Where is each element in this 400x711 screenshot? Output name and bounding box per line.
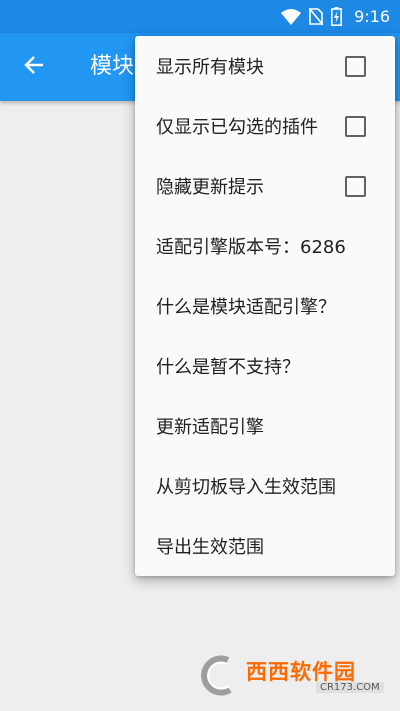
arrow-left-icon <box>23 54 45 80</box>
menu-item-label: 导出生效范围 <box>156 537 264 558</box>
menu-item-label: 适配引擎版本号：6286 <box>156 237 346 258</box>
menu-item-label: 更新适配引擎 <box>156 417 264 438</box>
menu-item-label: 什么是模块适配引擎？ <box>156 297 336 318</box>
page-title: 模块 <box>90 54 135 79</box>
back-button[interactable] <box>14 47 54 87</box>
menu-item-what-is-unsupported[interactable]: 什么是暂不支持？ <box>135 336 395 396</box>
hide-update-hint-checkbox[interactable] <box>345 176 366 197</box>
menu-item-label: 显示所有模块 <box>156 57 264 78</box>
menu-item-label: 仅显示已勾选的插件 <box>156 117 318 138</box>
no-sim-icon <box>309 8 324 25</box>
status-icons: 9:16 <box>281 0 390 33</box>
watermark-url: CR173.COM <box>316 682 384 693</box>
menu-item-label: 从剪切板导入生效范围 <box>156 477 336 498</box>
menu-item-what-is-engine[interactable]: 什么是模块适配引擎？ <box>135 276 395 336</box>
status-clock: 9:16 <box>354 7 390 26</box>
menu-item-label: 什么是暂不支持？ <box>156 357 300 378</box>
watermark-logo-icon <box>198 654 242 702</box>
watermark: 西西软件园 CR173.COM <box>198 652 388 700</box>
menu-item-export-scope[interactable]: 导出生效范围 <box>135 516 395 576</box>
menu-item-update-engine[interactable]: 更新适配引擎 <box>135 396 395 456</box>
menu-item-import-scope[interactable]: 从剪切板导入生效范围 <box>135 456 395 516</box>
status-bar: 9:16 <box>0 0 400 33</box>
show-all-modules-checkbox[interactable] <box>345 56 366 77</box>
wifi-icon <box>281 8 302 25</box>
menu-item-label: 隐藏更新提示 <box>156 177 264 198</box>
overflow-menu: 显示所有模块 仅显示已勾选的插件 隐藏更新提示 适配引擎版本号：6286 什么是… <box>135 36 395 576</box>
menu-item-engine-version[interactable]: 适配引擎版本号：6286 <box>135 216 395 276</box>
menu-item-show-checked-only[interactable]: 仅显示已勾选的插件 <box>135 96 395 156</box>
menu-item-show-all-modules[interactable]: 显示所有模块 <box>135 36 395 96</box>
menu-item-hide-update-hint[interactable]: 隐藏更新提示 <box>135 156 395 216</box>
show-checked-only-checkbox[interactable] <box>345 116 366 137</box>
battery-charging-icon <box>331 7 343 26</box>
